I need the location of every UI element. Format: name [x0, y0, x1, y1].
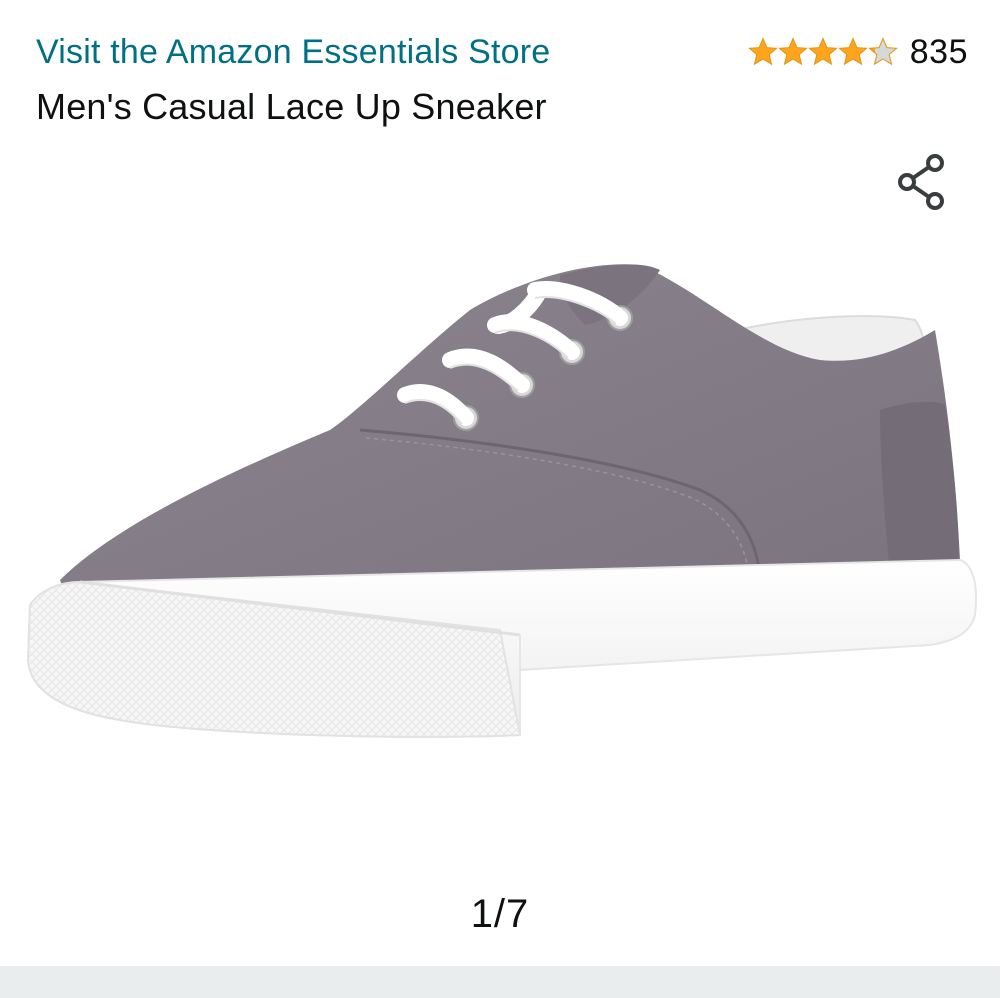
star-icon — [747, 37, 778, 66]
share-icon — [898, 154, 944, 210]
section-divider — [0, 966, 1000, 998]
review-count[interactable]: 835 — [910, 33, 968, 72]
share-button[interactable] — [890, 150, 954, 214]
product-title: Men's Casual Lace Up Sneaker — [36, 86, 547, 127]
star-icon — [837, 37, 868, 66]
store-link[interactable]: Visit the Amazon Essentials Store — [36, 33, 550, 72]
star-icon — [807, 37, 838, 66]
rating-summary[interactable]: 835 — [747, 33, 968, 72]
sneaker-image — [26, 264, 978, 738]
image-pager: 1/7 — [470, 892, 530, 936]
star-rating — [747, 37, 898, 67]
star-icon — [867, 37, 898, 66]
product-detail-page: Visit the Amazon Essentials Store 835 Me… — [0, 0, 1000, 998]
product-header: Visit the Amazon Essentials Store 835 — [36, 28, 968, 76]
product-image[interactable] — [0, 230, 1000, 870]
star-icon — [777, 37, 808, 66]
